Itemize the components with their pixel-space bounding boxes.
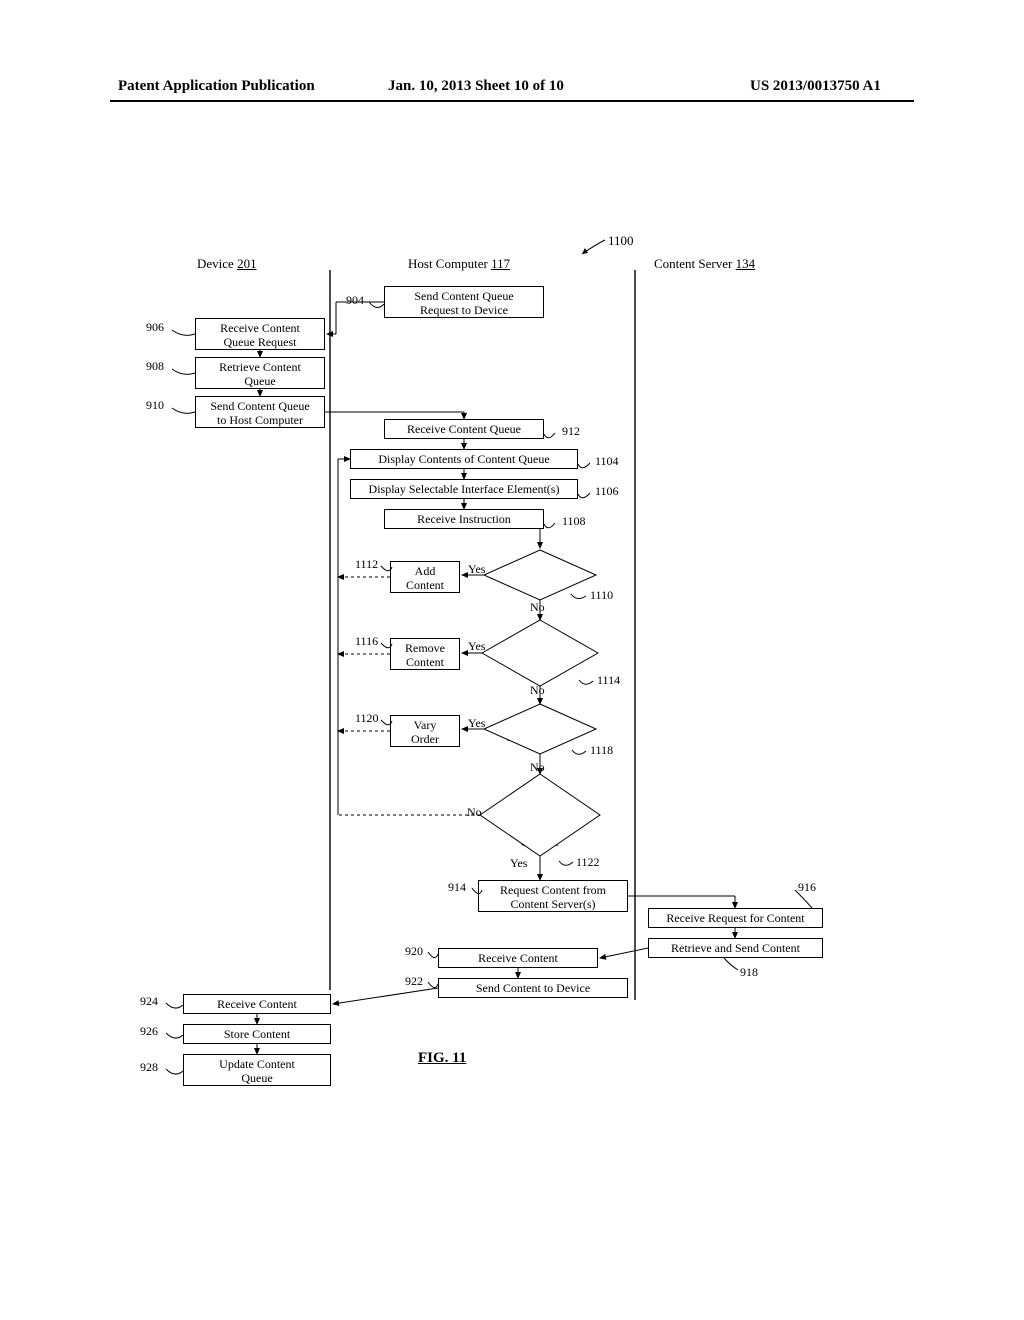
ref-1112: 1112 xyxy=(355,557,378,572)
ref-1116: 1116 xyxy=(355,634,378,649)
ref-1106: 1106 xyxy=(595,484,619,499)
step-914: Request Content fromContent Server(s) xyxy=(478,880,628,912)
ref-908: 908 xyxy=(146,359,164,374)
lane-server-title: Content Server 134 xyxy=(654,256,755,272)
step-922: Send Content to Device xyxy=(438,978,628,998)
step-1106: Display Selectable Interface Element(s) xyxy=(350,479,578,499)
ref-1118: 1118 xyxy=(590,743,613,758)
ref-912: 912 xyxy=(562,424,580,439)
step-924: Receive Content xyxy=(183,994,331,1014)
no-1110: No xyxy=(530,600,545,615)
step-1104: Display Contents of Content Queue xyxy=(350,449,578,469)
ref-1122: 1122 xyxy=(576,855,600,870)
yes-1118: Yes xyxy=(468,716,485,731)
step-910: Send Content Queueto Host Computer xyxy=(195,396,325,428)
header-mid: Jan. 10, 2013 Sheet 10 of 10 xyxy=(388,78,564,95)
yes-1114: Yes xyxy=(468,639,485,654)
no-1122: No xyxy=(467,805,482,820)
step-904: Send Content QueueRequest to Device xyxy=(384,286,544,318)
ref-906: 906 xyxy=(146,320,164,335)
ref-916: 916 xyxy=(798,880,816,895)
ref-920: 920 xyxy=(405,944,423,959)
step-906: Receive ContentQueue Request xyxy=(195,318,325,350)
figure-pointer: 1100 xyxy=(608,233,634,249)
ref-926: 926 xyxy=(140,1024,158,1039)
no-1118: No xyxy=(530,760,545,775)
step-1116: RemoveContent xyxy=(390,638,460,670)
diamond-1122-text: Instructionto DownloadQueuedContent xyxy=(497,790,582,850)
step-920: Receive Content xyxy=(438,948,598,968)
header-left: Patent Application Publication xyxy=(118,78,315,95)
ref-1110: 1110 xyxy=(590,588,613,603)
diamond-1114-text: Instructionto RemoveContent xyxy=(497,633,582,678)
diamond-1118-text: Instructionto Vary Order xyxy=(497,715,582,745)
step-908: Retrieve ContentQueue xyxy=(195,357,325,389)
step-918: Retrieve and Send Content xyxy=(648,938,823,958)
step-1120: VaryOrder xyxy=(390,715,460,747)
yes-1110: Yes xyxy=(468,562,485,577)
step-916: Receive Request for Content xyxy=(648,908,823,928)
ref-918: 918 xyxy=(740,965,758,980)
ref-914: 914 xyxy=(448,880,466,895)
step-926: Store Content xyxy=(183,1024,331,1044)
ref-1120: 1120 xyxy=(355,711,379,726)
ref-1108: 1108 xyxy=(562,514,586,529)
yes-1122: Yes xyxy=(510,856,527,871)
page: Patent Application Publication Jan. 10, … xyxy=(0,0,1024,1320)
ref-922: 922 xyxy=(405,974,423,989)
header-rule xyxy=(110,100,914,102)
ref-924: 924 xyxy=(140,994,158,1009)
step-1108: Receive Instruction xyxy=(384,509,544,529)
no-1114: No xyxy=(530,683,545,698)
ref-910: 910 xyxy=(146,398,164,413)
ref-1114: 1114 xyxy=(597,673,620,688)
diamond-1110-text: Instruction toAdd Content xyxy=(497,561,582,591)
ref-928: 928 xyxy=(140,1060,158,1075)
step-928: Update ContentQueue xyxy=(183,1054,331,1086)
ref-1104: 1104 xyxy=(595,454,619,469)
ref-904: 904 xyxy=(346,293,364,308)
step-912: Receive Content Queue xyxy=(384,419,544,439)
figure-title: FIG. 11 xyxy=(418,1050,466,1067)
lane-device-title: Device 201 xyxy=(197,256,257,272)
header-right: US 2013/0013750 A1 xyxy=(750,78,881,95)
lane-host-title: Host Computer 117 xyxy=(408,256,510,272)
step-1112: AddContent xyxy=(390,561,460,593)
